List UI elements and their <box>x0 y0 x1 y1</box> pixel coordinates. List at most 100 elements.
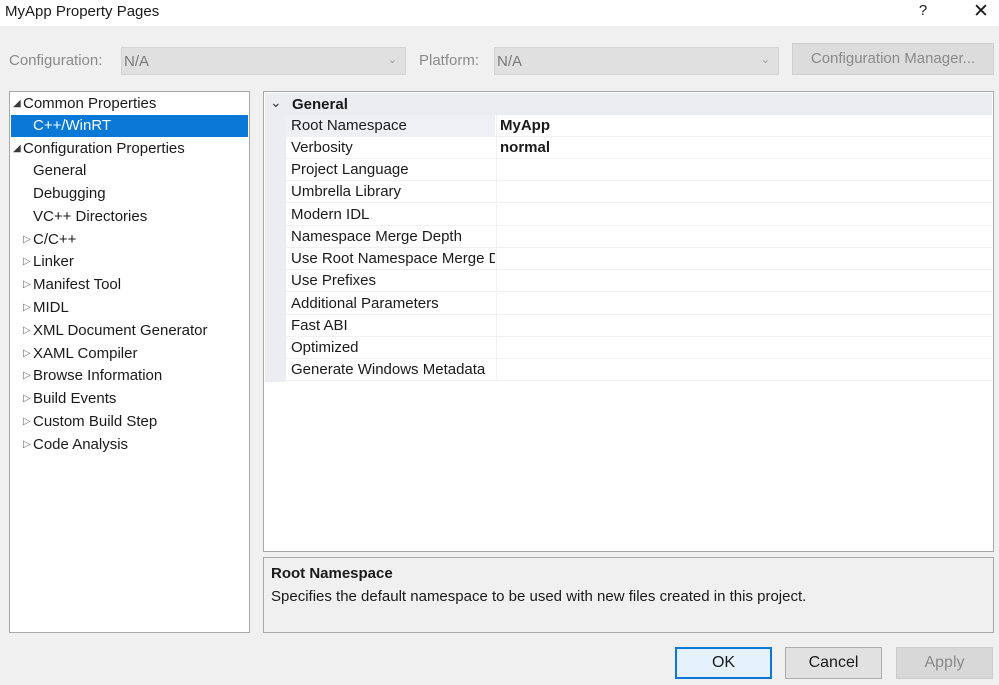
tree-item-browse-information[interactable]: ▷ Browse Information <box>11 365 248 387</box>
property-name: Modern IDL <box>291 206 370 223</box>
collapsed-triangle-icon[interactable]: ▷ <box>23 297 31 319</box>
property-row-root-namespace[interactable]: Root Namespace MyApp <box>286 115 992 137</box>
tree-item-common-properties[interactable]: ◢ Common Properties <box>11 93 248 115</box>
property-value[interactable] <box>496 293 992 314</box>
tree-item-label: Configuration Properties <box>23 140 185 157</box>
platform-label: Platform: <box>419 52 480 69</box>
property-value[interactable] <box>496 270 992 291</box>
property-value[interactable] <box>496 315 992 336</box>
description-text: Specifies the default namespace to be us… <box>271 588 807 605</box>
collapsed-triangle-icon[interactable]: ▷ <box>23 388 31 410</box>
collapsed-triangle-icon[interactable]: ▷ <box>23 274 31 296</box>
configuration-manager-button[interactable]: Configuration Manager... <box>792 43 994 75</box>
tree-item-c-cpp[interactable]: ▷ C/C++ <box>11 229 248 251</box>
category-header-general[interactable]: ⌄ General <box>265 93 992 115</box>
property-grid[interactable]: ⌄ General Root Namespace MyApp Verbosity… <box>263 91 994 552</box>
property-value[interactable]: MyApp <box>496 115 992 136</box>
tree-item-label: C++/WinRT <box>33 117 112 134</box>
property-name: Namespace Merge Depth <box>291 228 462 245</box>
platform-value: N/A <box>497 53 523 70</box>
property-name: Root Namespace <box>286 115 495 136</box>
tree-item-cppwinrt[interactable]: C++/WinRT <box>11 115 248 137</box>
apply-button[interactable]: Apply <box>896 647 993 679</box>
tree-item-manifest-tool[interactable]: ▷ Manifest Tool <box>11 274 248 296</box>
description-title: Root Namespace <box>271 565 393 582</box>
property-value[interactable] <box>496 337 992 358</box>
tree-item-xml-document-generator[interactable]: ▷ XML Document Generator <box>11 320 248 342</box>
grid-gutter <box>265 115 286 382</box>
tree-item-label: Linker <box>33 253 74 270</box>
tree-item-label: Code Analysis <box>33 436 129 453</box>
property-value[interactable]: normal <box>496 137 992 158</box>
property-row-project-language[interactable]: Project Language <box>286 159 992 181</box>
tree-item-label: Manifest Tool <box>33 276 122 293</box>
property-name: Umbrella Library <box>291 183 402 200</box>
chevron-down-icon: ⌄ <box>760 54 770 66</box>
tree-item-label: XML Document Generator <box>33 322 208 339</box>
tree-item-label: VC++ Directories <box>33 208 148 225</box>
category-label: General <box>292 96 348 113</box>
help-button[interactable]: ? <box>915 2 931 22</box>
tree-item-label: XAML Compiler <box>33 345 138 362</box>
tree-item-label: C/C++ <box>33 231 77 248</box>
tree-item-midl[interactable]: ▷ MIDL <box>11 297 248 319</box>
window-title: MyApp Property Pages <box>5 3 160 20</box>
configuration-dropdown[interactable]: N/A ⌄ <box>121 47 406 75</box>
collapsed-triangle-icon[interactable]: ▷ <box>23 229 31 251</box>
tree-item-label: Browse Information <box>33 367 163 384</box>
tree-item-configuration-properties[interactable]: ◢ Configuration Properties <box>11 138 248 160</box>
property-name: Use Root Namespace Merge Depth <box>291 250 495 267</box>
property-value[interactable] <box>496 248 992 269</box>
chevron-down-icon: ⌄ <box>387 54 397 66</box>
close-button[interactable]: ✕ <box>970 1 992 23</box>
property-row-use-prefixes[interactable]: Use Prefixes <box>286 270 992 292</box>
collapsed-triangle-icon[interactable]: ▷ <box>23 320 31 342</box>
collapsed-triangle-icon[interactable]: ▷ <box>23 365 31 387</box>
collapsed-triangle-icon[interactable]: ▷ <box>23 251 31 273</box>
ok-button[interactable]: OK <box>675 647 772 679</box>
tree-item-build-events[interactable]: ▷ Build Events <box>11 388 248 410</box>
property-name: Verbosity <box>291 139 353 156</box>
expanded-triangle-icon[interactable]: ◢ <box>13 93 21 115</box>
property-name: Use Prefixes <box>291 272 377 289</box>
property-name: Generate Windows Metadata <box>291 361 486 378</box>
tree-item-xaml-compiler[interactable]: ▷ XAML Compiler <box>11 343 248 365</box>
property-row-additional-parameters[interactable]: Additional Parameters <box>286 293 992 315</box>
collapsed-triangle-icon[interactable]: ▷ <box>23 411 31 433</box>
tree-item-linker[interactable]: ▷ Linker <box>11 251 248 273</box>
collapsed-triangle-icon[interactable]: ▷ <box>23 434 31 456</box>
title-bar: MyApp Property Pages ? ✕ <box>0 0 999 26</box>
property-tree[interactable]: ◢ Common Properties C++/WinRT ◢ Configur… <box>9 91 250 633</box>
configuration-value: N/A <box>124 53 150 70</box>
property-value[interactable] <box>496 204 992 225</box>
description-pane: Root Namespace Specifies the default nam… <box>263 557 994 633</box>
property-name: Optimized <box>291 339 359 356</box>
configuration-label: Configuration: <box>9 52 103 69</box>
property-name: Additional Parameters <box>291 295 439 312</box>
property-row-fast-abi[interactable]: Fast ABI <box>286 315 992 337</box>
property-row-umbrella-library[interactable]: Umbrella Library <box>286 181 992 203</box>
property-row-verbosity[interactable]: Verbosity normal <box>286 137 992 159</box>
tree-item-general[interactable]: General <box>11 160 248 182</box>
tree-item-debugging[interactable]: Debugging <box>11 183 248 205</box>
tree-item-code-analysis[interactable]: ▷ Code Analysis <box>11 434 248 456</box>
cancel-button[interactable]: Cancel <box>785 647 882 679</box>
property-row-namespace-merge-depth[interactable]: Namespace Merge Depth <box>286 226 992 248</box>
expanded-triangle-icon[interactable]: ◢ <box>13 138 21 160</box>
collapsed-triangle-icon[interactable]: ▷ <box>23 343 31 365</box>
property-value[interactable] <box>496 159 992 180</box>
property-row-use-root-namespace-merge-depth[interactable]: Use Root Namespace Merge Depth <box>286 248 992 270</box>
tree-item-label: Common Properties <box>23 95 157 112</box>
chevron-down-icon[interactable]: ⌄ <box>270 94 282 111</box>
property-value[interactable] <box>496 359 992 380</box>
property-row-optimized[interactable]: Optimized <box>286 337 992 359</box>
property-value[interactable] <box>496 181 992 202</box>
tree-item-label: Build Events <box>33 390 117 407</box>
property-row-generate-windows-metadata[interactable]: Generate Windows Metadata <box>286 359 992 381</box>
property-row-modern-idl[interactable]: Modern IDL <box>286 204 992 226</box>
tree-item-vc-directories[interactable]: VC++ Directories <box>11 206 248 228</box>
property-value[interactable] <box>496 226 992 247</box>
tree-item-label: MIDL <box>33 299 69 316</box>
tree-item-custom-build-step[interactable]: ▷ Custom Build Step <box>11 411 248 433</box>
platform-dropdown[interactable]: N/A ⌄ <box>494 47 779 75</box>
